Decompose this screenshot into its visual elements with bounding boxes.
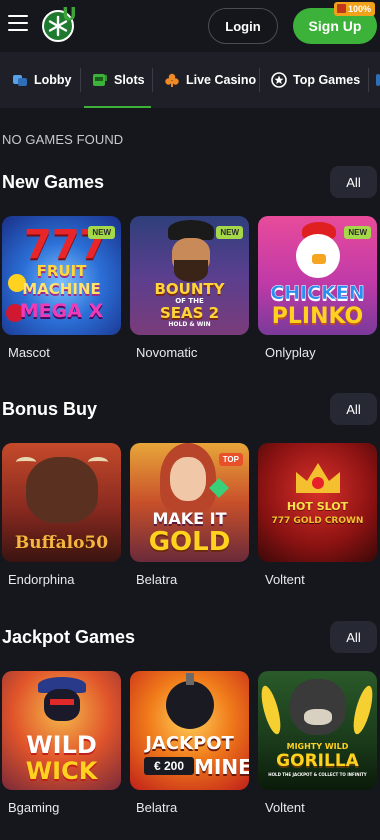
section-title-jackpot-games: Jackpot Games [2, 627, 136, 647]
banana-icon [349, 684, 377, 736]
tab-live-casino-label: Live Casino [186, 73, 257, 87]
nav-divider [152, 68, 153, 92]
game-title: MAKE IT [152, 509, 227, 528]
tab-lobby-label: Lobby [34, 73, 72, 87]
buffalo-horn-icon [16, 457, 36, 467]
slots-icon [92, 72, 108, 88]
game-title: GORILLA [276, 751, 359, 771]
bonus-badge: 100% [334, 2, 376, 16]
crown-ruby-icon [312, 477, 324, 489]
tab-lobby[interactable]: Lobby [12, 52, 72, 108]
game-tile-bounty-of-the-seas-2[interactable]: BOUNTY OF THE SEAS 2 HOLD & WIN NEW [130, 216, 249, 335]
game-provider[interactable]: Belatra [136, 572, 177, 587]
game-title: Buffalo50 [14, 533, 109, 553]
game-tile-mighty-wild-gorilla[interactable]: MIGHTY WILD GORILLA HOLD THE JACKPOT & C… [258, 671, 377, 790]
game-provider[interactable]: Voltent [265, 800, 305, 815]
game-title: WILD [26, 731, 97, 759]
banana-icon [258, 684, 285, 736]
top-badge: TOP [218, 453, 243, 466]
jackpot-games-all-button[interactable]: All [330, 621, 377, 653]
game-title: 777 GOLD CROWN [271, 516, 364, 526]
logo-letter-icon: U [62, 4, 77, 25]
game-tile-chicken-plinko[interactable]: CHICKEN PLINKO NEW [258, 216, 377, 335]
live-casino-icon [164, 72, 180, 88]
tab-slots[interactable]: Slots [84, 52, 151, 108]
game-tile-buffalo50[interactable]: Buffalo50 [2, 443, 121, 562]
dog-face-icon [44, 689, 80, 721]
section-title-bonus-buy: Bonus Buy [2, 399, 98, 419]
lobby-icon [12, 72, 28, 88]
game-title: JACKPOT [145, 733, 234, 754]
game-title: PLINKO [271, 304, 364, 329]
chicken-beak-icon [312, 254, 326, 264]
bonus-buy-all-button[interactable]: All [330, 393, 377, 425]
game-title: MIGHTY WILD [286, 742, 349, 751]
hamburger-menu-icon[interactable] [8, 15, 28, 33]
game-tile-fruit-machine-mega-x[interactable]: 777 FRUIT MACHINE MEGA X NEW [2, 216, 121, 335]
gift-icon [337, 4, 346, 13]
game-title: GOLD [148, 527, 231, 557]
pirate-hat-icon [168, 220, 214, 240]
login-button[interactable]: Login [208, 8, 278, 44]
new-badge: NEW [88, 226, 115, 239]
game-title: HOLD & WIN [168, 321, 211, 328]
category-nav: Lobby Slots Live Casino Top Games [0, 52, 380, 108]
no-games-message: NO GAMES FOUND [2, 132, 124, 147]
bomb-fuse-icon [186, 673, 194, 685]
game-tile-make-it-gold[interactable]: MAKE IT GOLD TOP [130, 443, 249, 562]
new-badge: NEW [344, 226, 371, 239]
game-provider[interactable]: Belatra [136, 800, 177, 815]
game-title: BOUNTY [154, 280, 225, 298]
game-title: WICK [25, 757, 98, 785]
gorilla-head-icon [290, 679, 346, 735]
top-header: U Login Sign Up 100% [0, 0, 380, 52]
nav-divider [368, 68, 369, 92]
game-tile-wild-wick[interactable]: WILD WICK [2, 671, 121, 790]
gorilla-teeth-icon [304, 709, 332, 725]
game-provider[interactable]: Bgaming [8, 800, 59, 815]
tab-slots-label: Slots [114, 73, 145, 87]
nav-divider [259, 68, 260, 92]
game-title: MEGA X [19, 300, 104, 322]
section-title-new-games: New Games [2, 172, 105, 192]
buffalo-head-icon [26, 457, 98, 523]
pirate-beard-icon [174, 260, 208, 282]
tab-live-casino[interactable]: Live Casino [164, 52, 256, 108]
game-title: MACHINE [22, 280, 101, 298]
game-title: HOT SLOT [286, 500, 349, 513]
game-provider[interactable]: Endorphina [8, 572, 75, 587]
game-title: FRUIT [36, 262, 87, 280]
game-tile-hot-slot-777-gold-crown[interactable]: HOT SLOT 777 GOLD CROWN [258, 443, 377, 562]
tab-top-games[interactable]: Top Games [271, 52, 360, 108]
game-provider[interactable]: Onlyplay [265, 345, 316, 360]
buffalo-horn-icon [88, 457, 108, 467]
tab-top-games-label: Top Games [293, 73, 361, 87]
jackpot-amount-chip: € 200 [144, 757, 194, 775]
game-title: HOLD THE JACKPOT & COLLECT TO INFINITY [268, 772, 367, 777]
nav-divider [80, 68, 81, 92]
new-badge: NEW [216, 226, 243, 239]
game-title: CHICKEN [270, 282, 365, 304]
woman-face-icon [170, 457, 206, 501]
top-games-icon [271, 72, 287, 88]
game-title: MINES [194, 755, 249, 779]
more-tab-icon[interactable] [376, 74, 380, 86]
new-games-all-button[interactable]: All [330, 166, 377, 198]
game-title: SEAS 2 [159, 304, 220, 322]
game-provider[interactable]: Novomatic [136, 345, 197, 360]
game-provider[interactable]: Voltent [265, 572, 305, 587]
bonus-badge-text: 100% [348, 4, 372, 14]
bandana-icon [50, 699, 74, 705]
game-provider[interactable]: Mascot [8, 345, 50, 360]
bomb-icon [166, 681, 214, 729]
game-tile-jackpot-mines[interactable]: JACKPOT € 200 MINES [130, 671, 249, 790]
